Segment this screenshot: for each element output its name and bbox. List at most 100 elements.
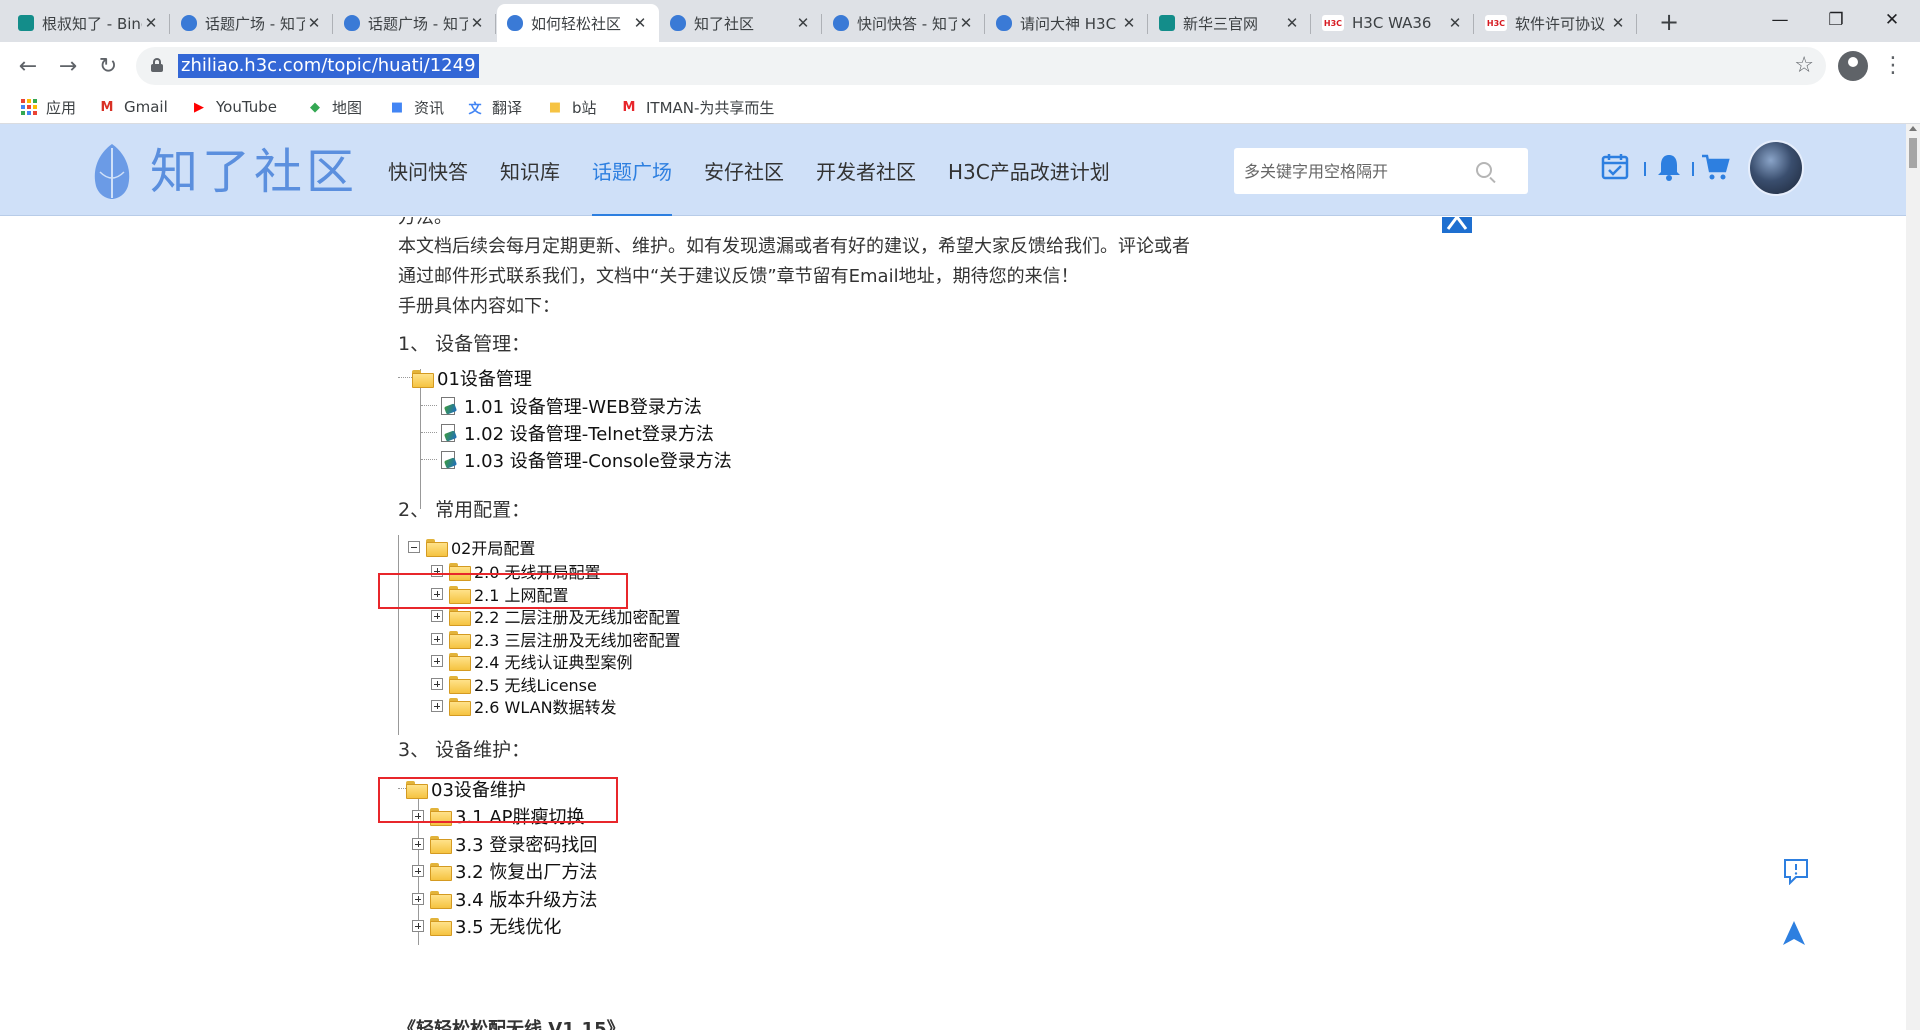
tree-line (421, 432, 437, 433)
tab-close-icon[interactable]: ✕ (1120, 14, 1138, 32)
bookmark-label: Gmail (124, 98, 168, 116)
tree-folder[interactable]: 3.3 登录密码找回 (412, 831, 597, 857)
tab-title: 如何轻松社区 (531, 14, 622, 33)
site-search-box[interactable] (1234, 148, 1528, 194)
document-icon (438, 396, 458, 416)
forward-button[interactable]: → (52, 50, 84, 82)
bing-favicon-icon (1159, 15, 1175, 31)
window-maximize-button[interactable]: ❐ (1808, 0, 1864, 40)
share-icon[interactable] (1442, 217, 1472, 233)
tree-folder[interactable]: 3.2 恢复出厂方法 (412, 858, 597, 884)
expand-toggle-icon[interactable] (431, 700, 443, 712)
bookmark-label: ITMAN-为共享而生 (646, 98, 775, 117)
expand-toggle-icon[interactable] (412, 837, 424, 850)
browser-tab[interactable]: 话题广场 - 知了社区✕ (334, 4, 496, 42)
site-nav-item[interactable]: 话题广场 (576, 124, 688, 216)
tab-close-icon[interactable]: ✕ (142, 14, 160, 32)
tree-item[interactable]: 1.01 设备管理-WEB登录方法 (438, 393, 702, 419)
bell-icon[interactable] (1654, 152, 1684, 182)
site-nav-item[interactable]: 安仔社区 (688, 124, 800, 216)
site-logo-text[interactable]: 知了社区 (150, 142, 358, 202)
tab-close-icon[interactable]: ✕ (468, 14, 486, 32)
cicada-logo-icon[interactable] (88, 142, 136, 200)
back-button[interactable]: ← (12, 50, 44, 82)
scroll-up-arrow-icon[interactable] (1909, 126, 1917, 131)
h3c-favicon-icon: H3C (1322, 15, 1344, 31)
expand-toggle-icon[interactable] (431, 655, 443, 667)
tab-close-icon[interactable]: ✕ (631, 14, 649, 32)
tree-folder[interactable]: 2.6 WLAN数据转发 (431, 694, 617, 718)
browser-tab[interactable]: 新华三官网 ✕ (1149, 4, 1311, 42)
browser-tab[interactable]: 话题广场 - 知了社区✕ (171, 4, 333, 42)
bookmark-item[interactable]: ■ b站 (546, 96, 597, 118)
browser-tab[interactable]: 请问大神 H3C ✕ (986, 4, 1148, 42)
expand-toggle-icon[interactable] (431, 677, 443, 690)
browser-tab[interactable]: 如何轻松社区 ✕ (497, 4, 659, 42)
tab-title: 新华三官网 (1183, 14, 1259, 33)
scrollbar-thumb[interactable] (1909, 138, 1917, 168)
back-to-top-icon[interactable] (1782, 920, 1806, 946)
tab-separator (1310, 14, 1311, 34)
bookmark-star-icon[interactable]: ☆ (1794, 53, 1814, 78)
tree-item[interactable]: 1.02 设备管理-Telnet登录方法 (438, 420, 714, 446)
expand-toggle-icon[interactable] (431, 632, 443, 645)
tree-folder[interactable]: 3.5 无线优化 (412, 913, 561, 939)
tab-close-icon[interactable]: ✕ (957, 14, 975, 32)
window-minimize-button[interactable]: — (1752, 0, 1808, 40)
tree-folder[interactable]: 2.3 三层注册及无线加密配置 (431, 627, 681, 651)
tab-close-icon[interactable]: ✕ (305, 14, 323, 32)
tab-close-icon[interactable]: ✕ (794, 14, 812, 32)
browser-tab[interactable]: H3C 软件许可协议 ✕ (1475, 4, 1637, 42)
profile-icon[interactable] (1838, 51, 1868, 81)
bookmark-item[interactable]: M ITMAN-为共享而生 (620, 96, 775, 118)
tree-item[interactable]: 1.03 设备管理-Console登录方法 (438, 447, 732, 473)
bookmark-item[interactable]: 文翻译 (466, 96, 522, 118)
expand-toggle-icon[interactable] (431, 610, 443, 622)
browser-menu-button[interactable]: ⋮ (1882, 50, 1904, 82)
browser-tab[interactable]: 知了社区 ✕ (660, 4, 822, 42)
tab-title: 软件许可协议 (1515, 14, 1606, 33)
lock-icon[interactable] (151, 58, 163, 72)
search-icon[interactable] (1476, 162, 1492, 178)
tree-folder[interactable]: 2.5 无线License (431, 672, 597, 696)
collapse-toggle-icon[interactable] (408, 541, 420, 553)
site-nav-item[interactable]: 开发者社区 (800, 124, 932, 216)
bookmark-item[interactable]: M Gmail (98, 96, 168, 118)
cart-icon[interactable] (1700, 152, 1730, 182)
site-nav-item[interactable]: H3C产品改进计划 (932, 124, 1126, 216)
tab-title: 知了社区 (694, 14, 755, 33)
tree-folder-label: 2.5 无线License (474, 675, 597, 695)
bookmark-item[interactable]: ▶ YouTube (190, 96, 277, 118)
feedback-icon[interactable] (1782, 857, 1810, 885)
browser-tab[interactable]: 根叔知了 - Bing ✕ (8, 4, 170, 42)
calendar-check-icon[interactable] (1600, 152, 1630, 182)
bookmark-item[interactable]: 应用 (20, 96, 76, 118)
tree-folder[interactable]: 3.4 版本升级方法 (412, 886, 597, 912)
bookmark-item[interactable]: ◆ 地图 (306, 96, 362, 118)
tree-folder[interactable]: 02开局配置 (408, 535, 535, 559)
address-bar[interactable]: zhiliao.h3c.com/topic/huati/1249 ☆ (136, 47, 1826, 85)
tree-folder[interactable]: 01设备管理 (412, 365, 532, 391)
browser-tab[interactable]: H3C H3C WA36 ✕ (1312, 4, 1474, 42)
reload-button[interactable]: ↻ (92, 50, 124, 82)
expand-toggle-icon[interactable] (412, 892, 424, 905)
site-nav: 快问快答 知识库 话题广场 安仔社区 开发者社区 H3C产品改进计划 (372, 124, 1126, 216)
new-tab-button[interactable]: + (1655, 8, 1683, 36)
site-search-input[interactable] (1234, 148, 1474, 194)
expand-toggle-icon[interactable] (412, 920, 424, 932)
tab-close-icon[interactable]: ✕ (1609, 14, 1627, 32)
tab-title: 话题广场 - 知了社区 (368, 14, 468, 33)
expand-toggle-icon[interactable] (412, 865, 424, 877)
browser-tab[interactable]: 快问快答 - 知了社区✕ (823, 4, 985, 42)
tab-close-icon[interactable]: ✕ (1446, 14, 1464, 32)
site-header: 知了社区 快问快答 知识库 话题广场 安仔社区 开发者社区 H3C产品改进计划 (0, 124, 1906, 216)
window-close-button[interactable]: ✕ (1864, 0, 1920, 40)
site-nav-item[interactable]: 知识库 (484, 124, 576, 216)
site-nav-item[interactable]: 快问快答 (372, 124, 484, 216)
tree-folder[interactable]: 2.4 无线认证典型案例 (431, 649, 633, 673)
bookmark-item[interactable]: ■ 资讯 (388, 96, 444, 118)
url-text[interactable]: zhiliao.h3c.com/topic/huati/1249 (178, 54, 479, 78)
user-avatar[interactable] (1748, 140, 1804, 196)
page-scrollbar[interactable] (1906, 124, 1920, 1030)
tab-close-icon[interactable]: ✕ (1283, 14, 1301, 32)
